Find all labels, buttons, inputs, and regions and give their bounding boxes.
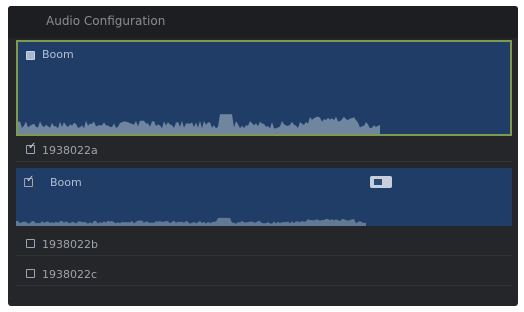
audio-config-window: Audio Configuration Boom ✓ 1938022a ✓ Bo… xyxy=(8,6,518,306)
track-checkbox[interactable] xyxy=(26,51,35,60)
track-row-1938022b[interactable]: 1938022b xyxy=(16,232,512,256)
title-bar: Audio Configuration xyxy=(8,6,518,38)
track-row-1938022c[interactable]: 1938022c xyxy=(16,262,512,286)
track-row-1938022a[interactable]: ✓ 1938022a xyxy=(16,138,512,162)
track-label: Boom xyxy=(50,176,82,189)
waveform-2 xyxy=(16,217,366,226)
check-square-icon[interactable]: ✓ xyxy=(24,175,34,187)
track-label: 1938022b xyxy=(42,238,98,251)
toggle-badge-icon[interactable] xyxy=(370,176,392,188)
window-title: Audio Configuration xyxy=(46,14,166,28)
track-label: 1938022c xyxy=(42,268,98,281)
check-square-icon[interactable]: ✓ xyxy=(26,142,36,154)
track-boom-2[interactable]: ✓ Boom xyxy=(16,168,512,226)
waveform-1 xyxy=(18,114,380,134)
square-icon[interactable] xyxy=(26,239,35,248)
track-label: 1938022a xyxy=(42,144,98,157)
square-icon[interactable] xyxy=(26,269,35,278)
track-label: Boom xyxy=(42,48,74,61)
track-boom-1[interactable]: Boom xyxy=(16,40,512,136)
